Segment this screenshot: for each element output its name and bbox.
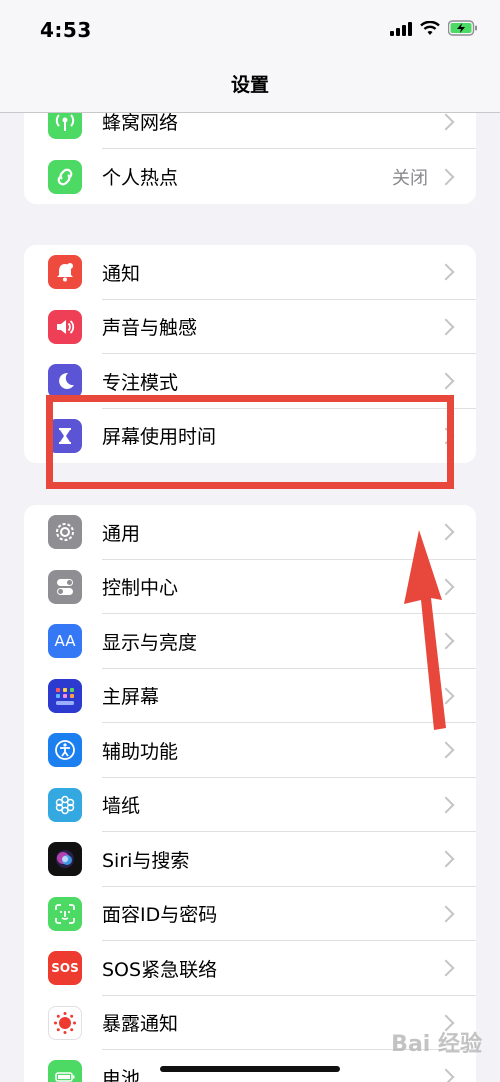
chevron-right-icon bbox=[437, 741, 455, 759]
status-time: 4:53 bbox=[40, 18, 92, 42]
speaker-icon bbox=[48, 309, 82, 344]
toggles-icon bbox=[48, 569, 82, 604]
row-label: Siri与搜索 bbox=[102, 849, 190, 872]
row-label: 专注模式 bbox=[102, 371, 179, 394]
row-label: 通用 bbox=[102, 522, 141, 545]
flower-icon bbox=[48, 787, 82, 822]
row-label: 通知 bbox=[102, 262, 141, 285]
row-label: 主屏幕 bbox=[102, 686, 160, 709]
row-wallpaper[interactable]: 墙纸 bbox=[24, 778, 476, 832]
hotspot-status: 关闭 bbox=[392, 167, 428, 189]
row-label: 控制中心 bbox=[102, 577, 179, 600]
row-label: 面容ID与密码 bbox=[102, 904, 218, 927]
chevron-right-icon bbox=[437, 168, 455, 185]
chevron-right-icon bbox=[437, 372, 455, 390]
bell-icon bbox=[48, 255, 82, 290]
battery-charging-icon bbox=[447, 20, 478, 40]
chevron-right-icon bbox=[437, 850, 455, 868]
row-label: 辅助功能 bbox=[102, 740, 179, 763]
link-icon bbox=[48, 159, 82, 194]
sos-icon: SOS bbox=[48, 951, 82, 986]
chevron-right-icon bbox=[437, 318, 455, 336]
row-sounds[interactable]: 声音与触感 bbox=[24, 300, 476, 354]
annotation-arrow bbox=[404, 530, 446, 730]
chevron-right-icon bbox=[437, 113, 455, 130]
row-label: 电池 bbox=[102, 1067, 141, 1082]
row-label: 显示与亮度 bbox=[102, 631, 198, 654]
row-face-id[interactable]: 面容ID与密码 bbox=[24, 887, 476, 941]
cellular-signal-icon bbox=[390, 21, 412, 40]
app-grid-icon bbox=[48, 678, 82, 713]
row-label: 声音与触感 bbox=[102, 317, 198, 340]
navigation-bar: 设置 bbox=[0, 62, 500, 113]
row-label: 暴露通知 bbox=[102, 1013, 179, 1036]
watermark-text: Bai 经验 bbox=[391, 1032, 482, 1057]
face-id-icon bbox=[48, 896, 82, 931]
chevron-right-icon bbox=[437, 959, 455, 977]
annotation-highlight-box bbox=[46, 395, 454, 489]
row-notifications[interactable]: 通知 bbox=[24, 245, 476, 300]
gear-icon bbox=[48, 515, 82, 550]
chevron-right-icon bbox=[437, 263, 455, 281]
row-label: SOS紧急联络 bbox=[102, 958, 218, 981]
wifi-icon bbox=[420, 20, 440, 40]
row-label: 个人热点 bbox=[102, 167, 179, 189]
page-title: 设置 bbox=[230, 74, 269, 96]
status-bar: 4:53 bbox=[0, 0, 500, 62]
moon-icon bbox=[48, 364, 82, 399]
row-siri[interactable]: Siri与搜索 bbox=[24, 832, 476, 887]
exposure-icon bbox=[48, 1005, 82, 1040]
siri-icon bbox=[48, 842, 82, 877]
battery-icon bbox=[48, 1060, 82, 1082]
accessibility-icon bbox=[48, 733, 82, 768]
row-hotspot[interactable]: 个人热点 关闭 bbox=[24, 149, 476, 204]
chevron-right-icon bbox=[437, 905, 455, 923]
row-sos[interactable]: SOS SOS紧急联络 bbox=[24, 941, 476, 996]
chevron-right-icon bbox=[437, 1068, 455, 1082]
home-indicator[interactable] bbox=[160, 1066, 340, 1072]
text-size-icon: AA bbox=[48, 624, 82, 659]
chevron-right-icon bbox=[437, 796, 455, 814]
row-label: 墙纸 bbox=[102, 795, 141, 818]
